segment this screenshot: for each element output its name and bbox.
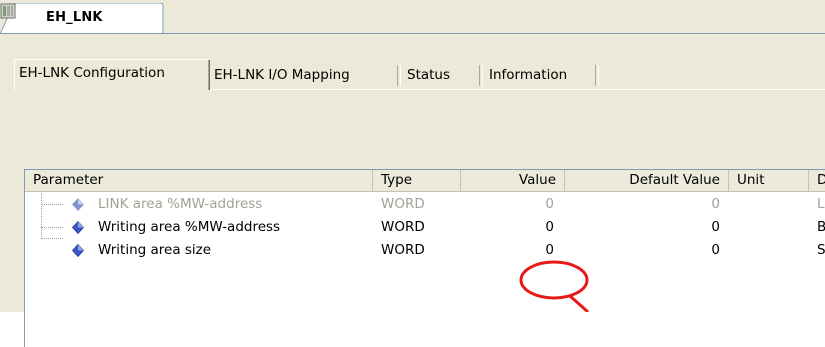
grid-header: Parameter Type Value Default Value Unit … [25, 170, 825, 192]
tab-label: EH-LNK I/O Mapping [214, 67, 350, 83]
cell-value[interactable]: 0 [461, 239, 554, 262]
parameter-diamond-icon [72, 198, 84, 211]
device-module-icon [0, 3, 16, 19]
document-tab-strip: EH_LNK [0, 0, 825, 34]
cell-default-value: 0 [711, 196, 720, 212]
table-row[interactable]: Writing area %MW-address WORD 0 0 B [25, 216, 825, 239]
tab-separator [397, 65, 401, 86]
table-row[interactable]: LINK area %MW-address WORD 0 0 L [25, 193, 825, 216]
parameter-diamond-icon [72, 221, 84, 234]
tab-label: Information [489, 67, 568, 83]
tab-eh-lnk-io-mapping[interactable]: EH-LNK I/O Mapping [210, 63, 354, 87]
tab-label: EH-LNK Configuration [19, 65, 165, 81]
cell-unit [737, 239, 809, 262]
tab-eh-lnk-configuration[interactable]: EH-LNK Configuration [14, 59, 210, 90]
cell-unit [737, 216, 809, 239]
column-header-type[interactable]: Type [373, 170, 461, 191]
cell-type: WORD [381, 196, 425, 212]
tab-status[interactable]: Status [403, 63, 455, 87]
column-header-default-value[interactable]: Default Value [565, 170, 729, 191]
cell-description: B [817, 219, 825, 235]
cell-value[interactable]: 0 [461, 216, 554, 239]
parameter-grid: Parameter Type Value Default Value Unit … [24, 169, 825, 347]
subtab-bar: EH-LNK Configuration EH-LNK I/O Mapping … [14, 59, 825, 90]
table-row[interactable]: Writing area size WORD 0 0 S [25, 239, 825, 262]
cell-type: WORD [381, 219, 425, 235]
cell-parameter: Writing area %MW-address [98, 219, 281, 235]
cell-description: S [817, 242, 825, 258]
editor-panel: EH-LNK Configuration EH-LNK I/O Mapping … [0, 34, 825, 347]
document-tab-title: EH_LNK [46, 10, 103, 25]
cell-description: L [817, 196, 825, 212]
cell-unit [737, 193, 809, 216]
tab-label: Status [407, 67, 451, 83]
cell-default-value: 0 [711, 219, 720, 235]
tab-separator [479, 65, 483, 86]
column-header-description[interactable]: D [809, 170, 825, 191]
cell-parameter: Writing area size [98, 242, 212, 258]
column-header-parameter[interactable]: Parameter [25, 170, 373, 191]
cell-parameter: LINK area %MW-address [98, 196, 263, 212]
cell-default-value: 0 [711, 242, 720, 258]
document-tab-eh-lnk[interactable]: EH_LNK [0, 3, 168, 34]
tab-information[interactable]: Information [485, 63, 572, 87]
column-header-value[interactable]: Value [461, 170, 565, 191]
cell-value[interactable]: 0 [461, 193, 554, 216]
parameter-diamond-icon [72, 244, 84, 257]
cell-type: WORD [381, 242, 425, 258]
column-header-unit[interactable]: Unit [729, 170, 809, 191]
tab-separator [595, 65, 599, 86]
